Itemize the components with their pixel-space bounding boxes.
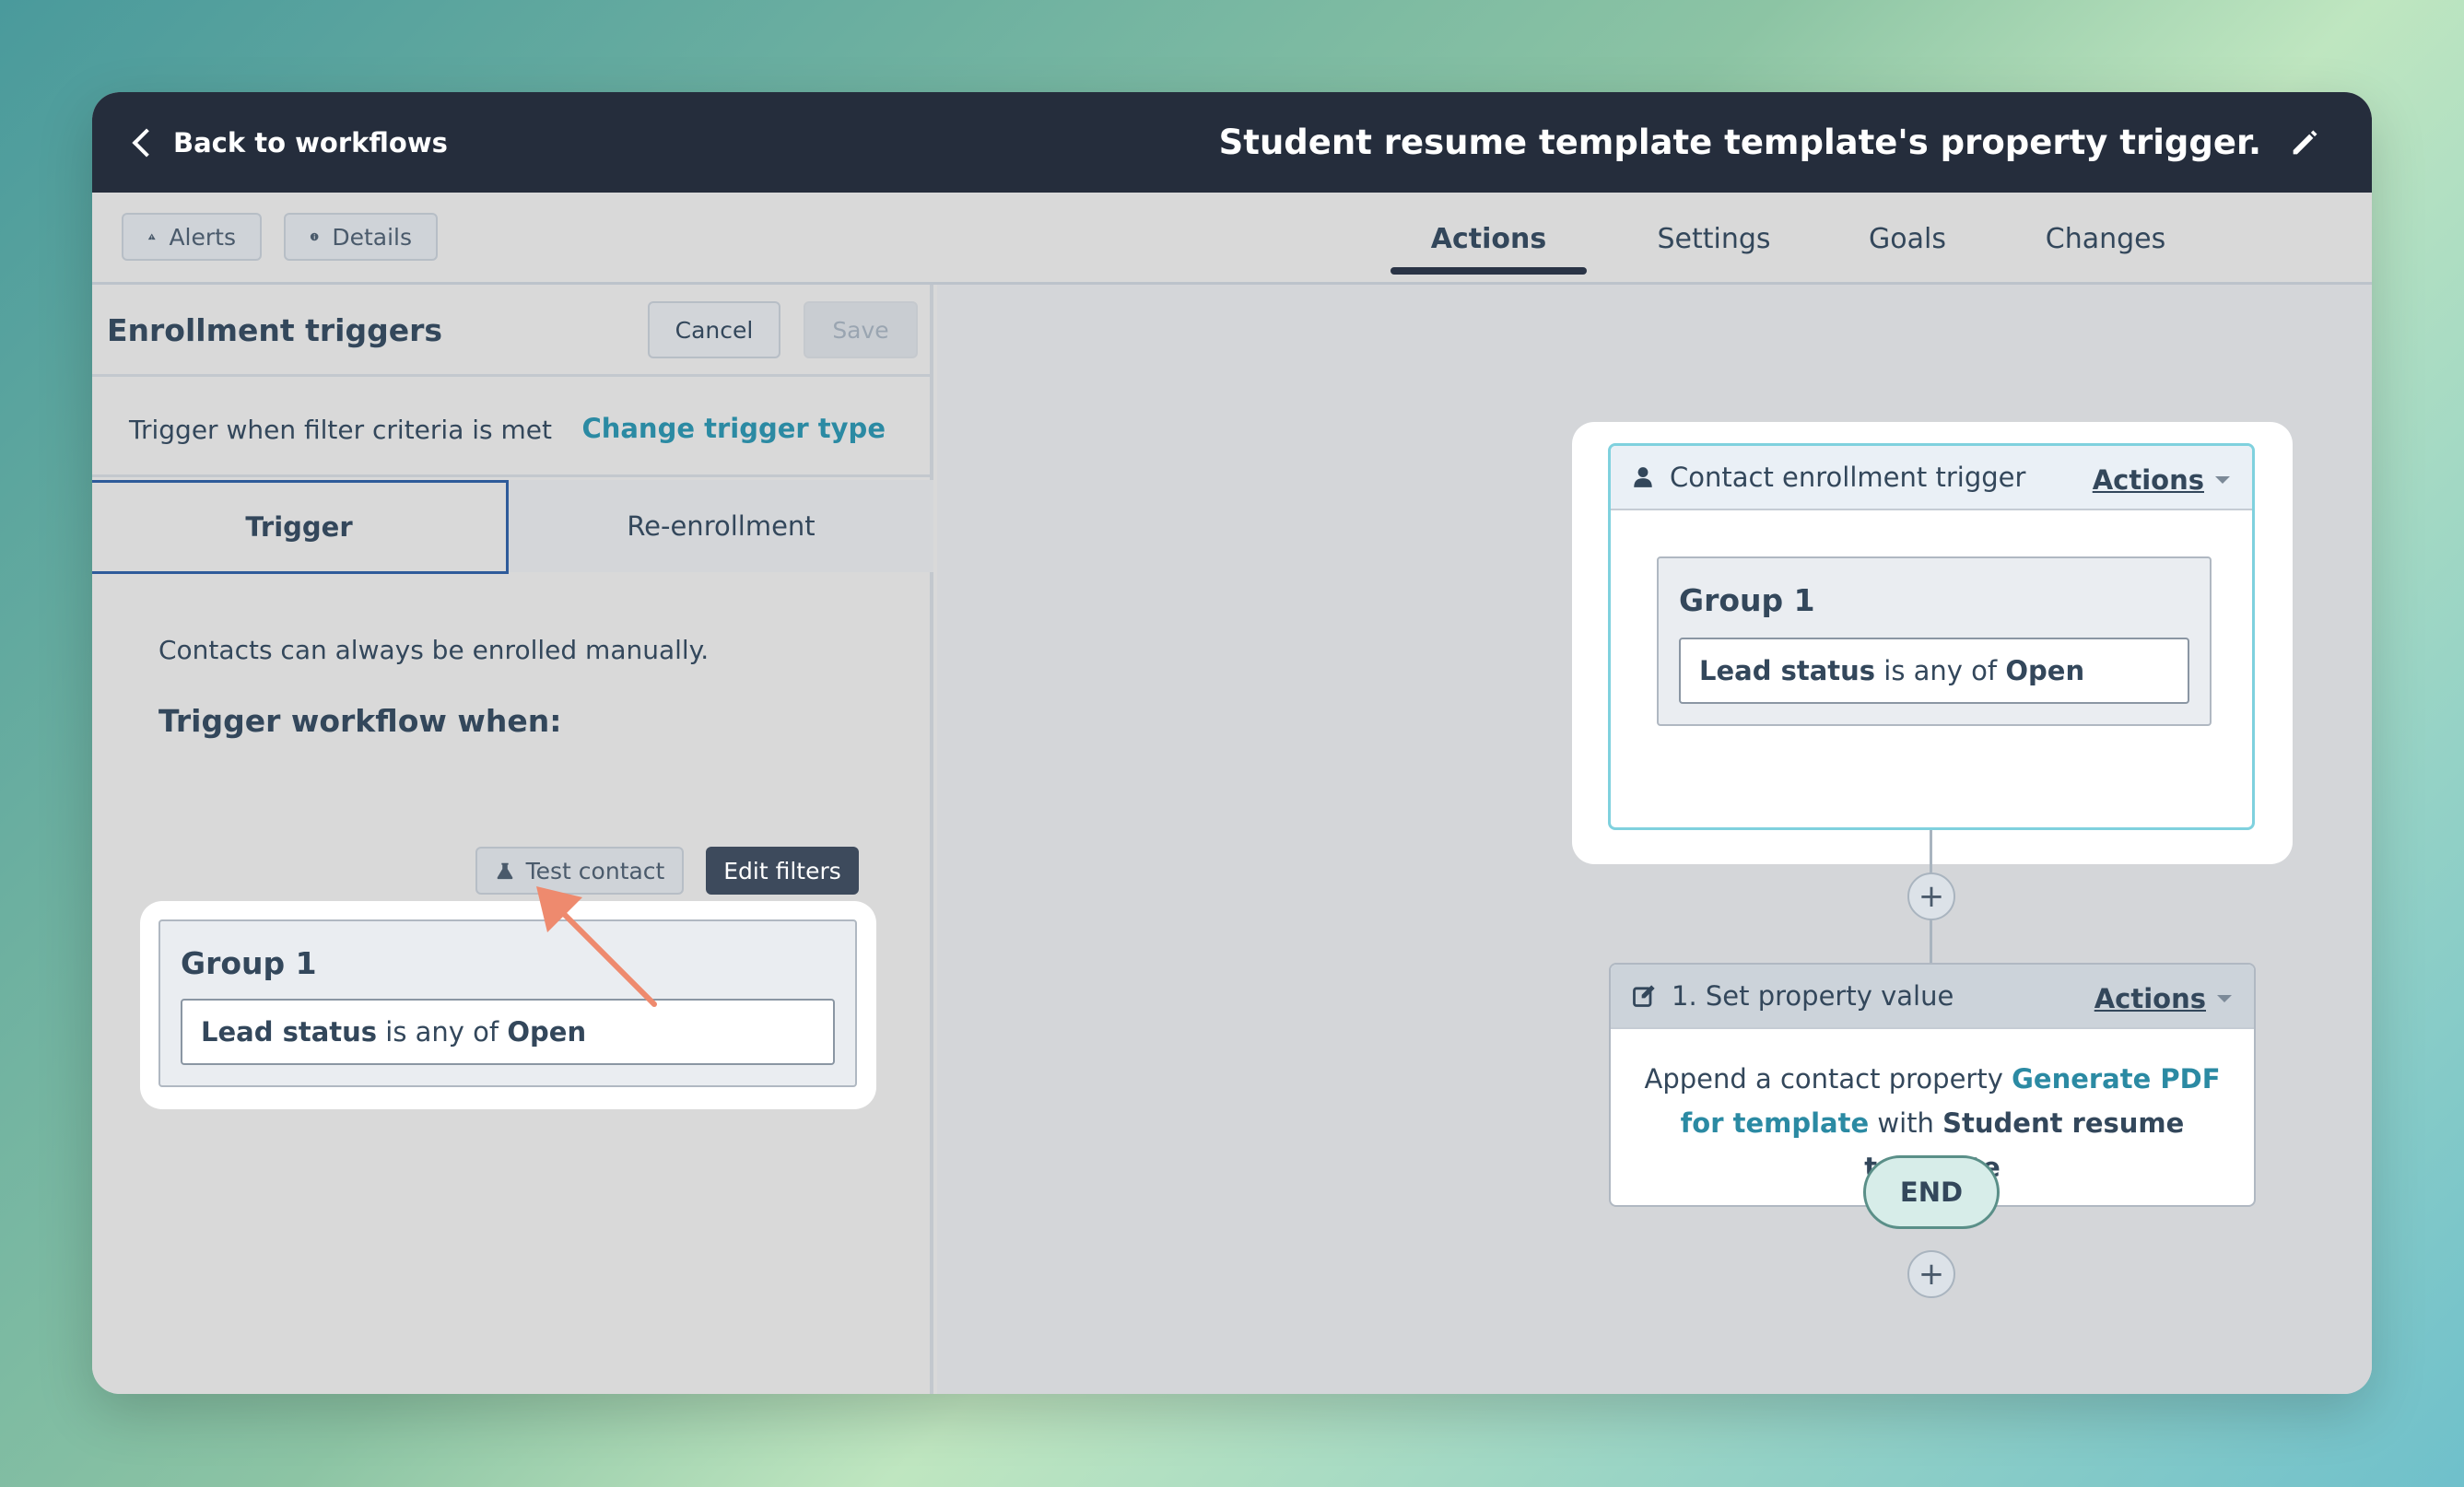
trigger-node-filter-property: Lead status bbox=[1699, 655, 1876, 686]
edit-icon bbox=[1633, 985, 1655, 1007]
trigger-node-title: Contact enrollment trigger bbox=[1670, 462, 2026, 493]
tab-goals[interactable]: Goals bbox=[1825, 193, 1990, 285]
caret-down-icon bbox=[2215, 476, 2230, 484]
tab-changes[interactable]: Changes bbox=[2004, 193, 2207, 285]
top-bar: Back to workflows Student resume templat… bbox=[92, 92, 2372, 193]
save-button[interactable]: Save bbox=[804, 301, 918, 358]
trigger-node-filter-operator: is any of bbox=[1875, 655, 2006, 686]
panel-subtabs: Trigger Re-enrollment bbox=[92, 480, 933, 574]
caret-down-icon bbox=[2217, 995, 2232, 1002]
action-body-mid: with bbox=[1869, 1107, 1943, 1139]
end-node: END bbox=[1863, 1155, 2000, 1229]
tab-trigger[interactable]: Trigger bbox=[92, 480, 509, 574]
contact-enrollment-trigger-node[interactable]: Contact enrollment trigger Actions Group… bbox=[1608, 443, 2255, 830]
flask-icon bbox=[497, 862, 512, 880]
filter-group[interactable]: Group 1 Lead status is any of Open bbox=[158, 919, 857, 1087]
pointer-arrow-icon bbox=[536, 886, 657, 1007]
trigger-node-actions-label: Actions bbox=[2092, 464, 2204, 496]
action-body-link-line1[interactable]: Generate PDF bbox=[2012, 1063, 2220, 1095]
back-to-workflows-link[interactable]: Back to workflows bbox=[129, 92, 448, 193]
back-label: Back to workflows bbox=[173, 126, 448, 158]
trigger-node-actions-dropdown[interactable]: Actions bbox=[2093, 464, 2230, 496]
trigger-node-group-label: Group 1 bbox=[1679, 582, 1815, 618]
pencil-icon[interactable] bbox=[2287, 123, 2324, 160]
active-tab-indicator bbox=[1390, 267, 1587, 275]
filter-operator: is any of bbox=[377, 1016, 508, 1048]
group-label: Group 1 bbox=[181, 945, 317, 981]
action-node-title: 1. Set property value bbox=[1672, 980, 1954, 1012]
details-label: Details bbox=[332, 223, 412, 251]
action-node-actions-label: Actions bbox=[2094, 983, 2206, 1014]
trigger-node-filter-value: Open bbox=[2005, 655, 2085, 686]
person-icon bbox=[1634, 467, 1652, 487]
manual-enroll-note: Contacts can always be enrolled manually… bbox=[158, 635, 710, 665]
trigger-node-group: Group 1 Lead status is any of Open bbox=[1657, 556, 2212, 726]
details-button[interactable]: Details bbox=[284, 213, 438, 261]
trigger-workflow-when-heading: Trigger workflow when: bbox=[158, 703, 562, 739]
action-node-actions-dropdown[interactable]: Actions bbox=[2094, 983, 2232, 1014]
workflow-window: Back to workflows Student resume templat… bbox=[92, 92, 2372, 1394]
info-icon bbox=[310, 232, 319, 241]
action-body-prefix: Append a contact property bbox=[1644, 1063, 2012, 1095]
add-action-button[interactable]: + bbox=[1907, 872, 1955, 920]
filter-value: Open bbox=[507, 1016, 587, 1048]
change-trigger-type-link[interactable]: Change trigger type bbox=[581, 413, 886, 444]
tab-re-enrollment[interactable]: Re-enrollment bbox=[509, 480, 933, 572]
add-action-button-2[interactable]: + bbox=[1907, 1250, 1955, 1298]
panel-title: Enrollment triggers bbox=[107, 312, 443, 348]
enrollment-triggers-panel: Enrollment triggers Cancel Save Trigger … bbox=[92, 285, 933, 1394]
sub-bar: Alerts Details Actions Settings Goals Ch… bbox=[92, 193, 2372, 285]
trigger-type-text: Trigger when filter criteria is met bbox=[129, 415, 553, 445]
cancel-button[interactable]: Cancel bbox=[648, 301, 780, 358]
trigger-type-row: Trigger when filter criteria is met Chan… bbox=[92, 380, 930, 477]
tab-settings[interactable]: Settings bbox=[1622, 193, 1806, 285]
filter-condition[interactable]: Lead status is any of Open bbox=[181, 999, 835, 1065]
filter-property: Lead status bbox=[201, 1016, 378, 1048]
workflow-canvas: Contact enrollment trigger Actions Group… bbox=[937, 285, 2372, 1394]
alerts-button[interactable]: Alerts bbox=[122, 213, 262, 261]
trigger-node-filter: Lead status is any of Open bbox=[1679, 638, 2189, 704]
workflow-title[interactable]: Student resume template template's prope… bbox=[1219, 92, 2261, 193]
chevron-left-icon bbox=[132, 127, 161, 158]
action-body-link-line2[interactable]: for template bbox=[1681, 1107, 1870, 1139]
group-highlight: Group 1 Lead status is any of Open bbox=[140, 901, 876, 1109]
warning-icon bbox=[147, 233, 156, 240]
edit-filters-button[interactable]: Edit filters bbox=[706, 847, 859, 895]
panel-header: Enrollment triggers Cancel Save bbox=[92, 285, 930, 377]
alerts-label: Alerts bbox=[169, 223, 236, 251]
